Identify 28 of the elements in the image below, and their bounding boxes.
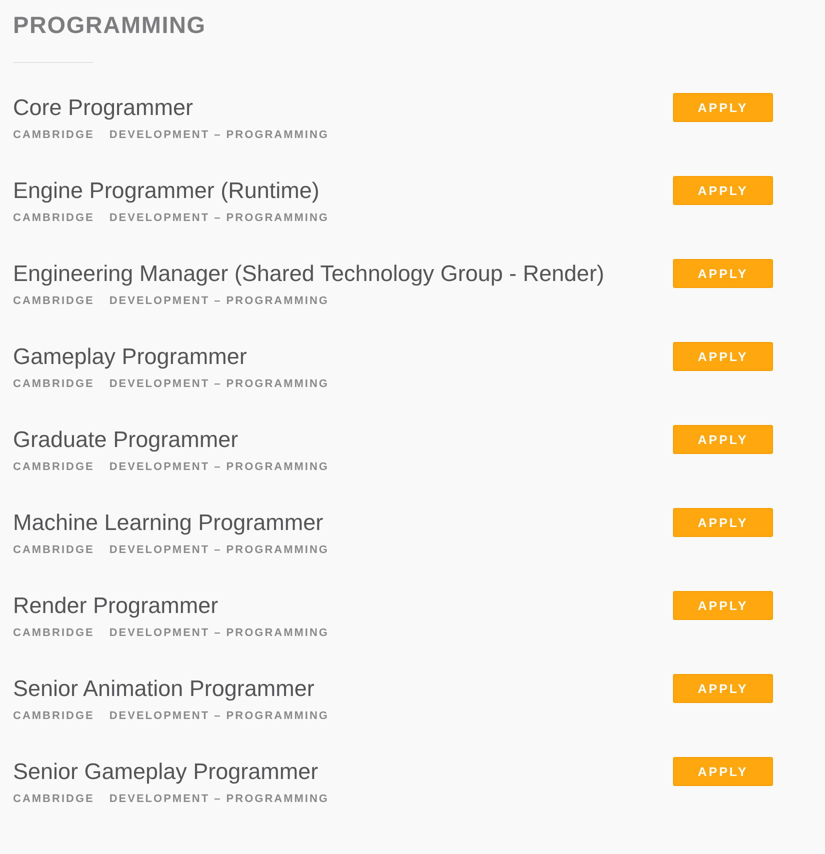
job-location: CAMBRIDGE — [13, 211, 94, 225]
job-location: CAMBRIDGE — [13, 128, 94, 142]
job-department: DEVELOPMENT – PROGRAMMING — [109, 294, 329, 308]
job-department: DEVELOPMENT – PROGRAMMING — [109, 211, 329, 225]
job-title[interactable]: Gameplay Programmer — [13, 344, 247, 370]
job-title[interactable]: Render Programmer — [13, 593, 218, 619]
job-location: CAMBRIDGE — [13, 792, 94, 806]
job-title[interactable]: Machine Learning Programmer — [13, 510, 324, 536]
job-location: CAMBRIDGE — [13, 460, 94, 474]
job-department: DEVELOPMENT – PROGRAMMING — [109, 543, 329, 557]
job-title[interactable]: Senior Animation Programmer — [13, 676, 314, 702]
job-department: DEVELOPMENT – PROGRAMMING — [109, 128, 329, 142]
job-department: DEVELOPMENT – PROGRAMMING — [109, 626, 329, 640]
job-department: DEVELOPMENT – PROGRAMMING — [109, 709, 329, 723]
job-location: CAMBRIDGE — [13, 709, 94, 723]
job-location: CAMBRIDGE — [13, 294, 94, 308]
section-heading: PROGRAMMING — [13, 12, 206, 38]
job-location: CAMBRIDGE — [13, 377, 94, 391]
job-title[interactable]: Core Programmer — [13, 95, 194, 121]
job-title[interactable]: Graduate Programmer — [13, 427, 238, 453]
job-department: DEVELOPMENT – PROGRAMMING — [109, 792, 329, 806]
job-department: DEVELOPMENT – PROGRAMMING — [109, 377, 329, 391]
job-location: CAMBRIDGE — [13, 626, 94, 640]
job-title[interactable]: Senior Gameplay Programmer — [13, 759, 318, 785]
job-title[interactable]: Engineering Manager (Shared Technology Group - Render) — [13, 261, 604, 287]
job-location: CAMBRIDGE — [13, 543, 94, 557]
job-title[interactable]: Engine Programmer (Runtime) — [13, 178, 320, 204]
job-department: DEVELOPMENT – PROGRAMMING — [109, 460, 329, 474]
